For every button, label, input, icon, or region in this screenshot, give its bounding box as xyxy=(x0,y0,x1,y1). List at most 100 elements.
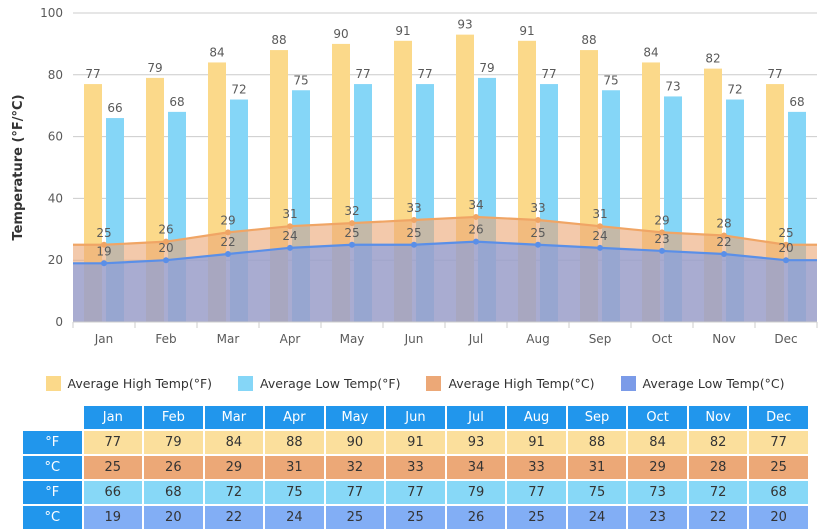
table-row: °C 25 26 29 31 32 33 34 33 31 29 28 25 xyxy=(23,456,808,479)
temperature-table: Jan Feb Mar Apr May Jun Jul Aug Sep Oct Nov Dec °F 7… xyxy=(21,404,810,531)
table-col-header: Jul xyxy=(446,406,506,429)
table-cell: 31 xyxy=(567,456,627,479)
area-label-high-c: 26 xyxy=(158,223,173,237)
table-cell: 90 xyxy=(325,431,385,454)
marker-low-c xyxy=(225,251,231,258)
table-cell: 25 xyxy=(386,506,445,529)
marker-low-c xyxy=(597,244,603,251)
legend-item-low-f[interactable]: Average Low Temp(°F) xyxy=(238,375,400,391)
y-axis-title: Temperature (°F/°C) xyxy=(11,94,26,240)
area-label-high-c: 28 xyxy=(716,216,731,230)
chart-canvas: 020406080100Temperature (°F/°C) 251926202… xyxy=(11,6,818,346)
table-col-header: Jun xyxy=(386,406,445,429)
y-axis-ticks: 0 20 40 60 80 100 xyxy=(40,6,63,329)
y-tick-label: 0 xyxy=(55,315,63,329)
x-tick-label: Jul xyxy=(468,332,483,346)
bar-label-high-f: 91 xyxy=(519,24,534,38)
table-cell: 77 xyxy=(749,431,808,454)
x-tick-label: Jun xyxy=(404,332,424,346)
bar-label-low-f: 77 xyxy=(541,67,556,81)
table-cell: 72 xyxy=(204,481,264,504)
marker-low-c xyxy=(783,257,789,264)
bar-label-high-f: 88 xyxy=(581,33,596,47)
table-cell: 20 xyxy=(144,506,203,529)
legend-swatch-icon xyxy=(238,375,254,391)
table-row-label: °F xyxy=(23,431,82,454)
legend-item-high-c[interactable]: Average High Temp(°C) xyxy=(426,375,595,391)
bar-label-low-f: 72 xyxy=(231,83,246,97)
area-label-high-c: 32 xyxy=(344,204,359,218)
bar-label-high-f: 84 xyxy=(209,45,224,59)
marker-low-c xyxy=(411,241,417,248)
bar-label-low-f: 68 xyxy=(789,95,804,109)
marker-high-c xyxy=(473,213,479,220)
bar-label-low-f: 72 xyxy=(727,83,742,97)
x-tick-label: Apr xyxy=(280,332,301,346)
legend-item-high-f[interactable]: Average High Temp(°F) xyxy=(45,375,212,391)
area-label-low-c: 20 xyxy=(158,241,173,255)
x-tick-label: Mar xyxy=(217,332,240,346)
table-cell: 34 xyxy=(446,456,506,479)
bar-label-high-f: 77 xyxy=(767,67,782,81)
table-cell: 75 xyxy=(567,481,627,504)
x-tick-label: May xyxy=(340,332,365,346)
table-col-header: Apr xyxy=(265,406,324,429)
table-cell: 24 xyxy=(265,506,324,529)
bar-label-high-f: 93 xyxy=(457,18,472,32)
bar-label-low-f: 66 xyxy=(107,101,122,115)
table-row-label: °F xyxy=(23,481,82,504)
marker-low-c xyxy=(535,241,541,248)
area-label-low-c: 25 xyxy=(530,226,545,240)
y-tick-label: 80 xyxy=(48,68,63,82)
table-corner-cell xyxy=(23,406,82,429)
area-label-low-c: 22 xyxy=(716,235,731,249)
bar-label-low-f: 75 xyxy=(293,73,308,87)
table-cell: 32 xyxy=(325,456,385,479)
x-tick-label: Jan xyxy=(94,332,114,346)
bar-label-high-f: 84 xyxy=(643,45,658,59)
table-body: °F 77 79 84 88 90 91 93 91 88 84 82 77 °C 25 26 29 31 32 33… xyxy=(23,431,808,529)
table-row: °C 19 20 22 24 25 25 26 25 24 23 22 20 xyxy=(23,506,808,529)
table-cell: 19 xyxy=(83,506,143,529)
area-label-low-c: 24 xyxy=(592,229,607,243)
bar-label-low-f: 77 xyxy=(417,67,432,81)
table-cell: 68 xyxy=(749,481,808,504)
table-col-header: May xyxy=(325,406,385,429)
x-tick-label: Nov xyxy=(712,332,735,346)
bar-label-high-f: 88 xyxy=(271,33,286,47)
bar-label-low-f: 77 xyxy=(355,67,370,81)
area-label-high-c: 33 xyxy=(530,201,545,215)
table-cell: 82 xyxy=(688,431,748,454)
marker-low-c xyxy=(163,257,169,264)
table-cell: 88 xyxy=(567,431,627,454)
table-row-label: °C xyxy=(23,506,82,529)
table-cell: 25 xyxy=(325,506,385,529)
table-cell: 93 xyxy=(446,431,506,454)
legend-swatch-icon xyxy=(426,375,442,391)
table-cell: 77 xyxy=(386,481,445,504)
table-cell: 84 xyxy=(628,431,687,454)
legend-swatch-icon xyxy=(620,375,636,391)
table-cell: 75 xyxy=(265,481,324,504)
x-axis: Jan Feb Mar Apr May Jun Jul Aug Sep Oct Nov Dec xyxy=(72,321,818,346)
table-row-label: °C xyxy=(23,456,82,479)
y-tick-label: 100 xyxy=(40,6,63,20)
table-cell: 22 xyxy=(688,506,748,529)
bar-value-labels: 77 66 79 68 84 72 88 75 90 77 91 77 93 79 91 77 88 75 84 73… xyxy=(85,18,804,115)
legend-item-low-c[interactable]: Average Low Temp(°C) xyxy=(620,375,784,391)
x-tick-label: Dec xyxy=(774,332,797,346)
table-cell: 77 xyxy=(325,481,385,504)
table-cell: 77 xyxy=(83,431,143,454)
table-cell: 33 xyxy=(507,456,566,479)
marker-low-c xyxy=(349,241,355,248)
table-cell: 68 xyxy=(144,481,203,504)
area-label-high-c: 25 xyxy=(96,226,111,240)
table-cell: 25 xyxy=(749,456,808,479)
table-row: °F 66 68 72 75 77 77 79 77 75 73 72 68 xyxy=(23,481,808,504)
table-cell: 23 xyxy=(628,506,687,529)
table-cell: 28 xyxy=(688,456,748,479)
marker-low-c xyxy=(101,260,107,267)
marker-high-c xyxy=(535,217,541,224)
bar-label-low-f: 73 xyxy=(665,79,680,93)
area-label-high-c: 34 xyxy=(468,198,483,212)
